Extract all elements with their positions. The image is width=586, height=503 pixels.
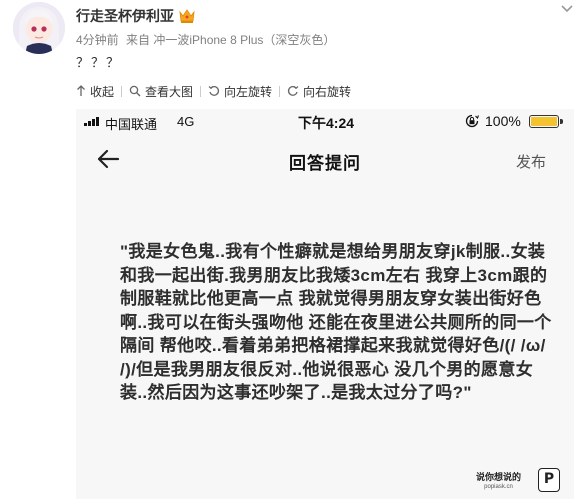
battery-percent: 100% bbox=[485, 113, 521, 129]
rotate-right-icon bbox=[287, 85, 299, 96]
phone-nav-bar: 回答提问 发布 bbox=[76, 133, 574, 187]
battery-tip bbox=[560, 119, 563, 124]
rotate-left-label: 向左旋转 bbox=[224, 84, 273, 99]
signal-icon bbox=[84, 117, 99, 126]
arrow-up-icon bbox=[77, 85, 85, 96]
image-toolbar: 收起 查看大图 向左旋转 向右旋转 bbox=[76, 81, 351, 101]
rotation-lock-icon bbox=[465, 114, 479, 128]
post-text: ？？？ bbox=[76, 55, 122, 70]
network-label: 4G bbox=[177, 114, 195, 129]
post-meta: 4分钟前 来自 冲一波iPhone 8 Plus（深空灰色） bbox=[76, 31, 339, 48]
watermark-url: popiask.cn bbox=[484, 484, 513, 490]
weibo-post: 行走圣杯伊利亚 4分钟前 来自 冲一波iPhone 8 Plus（深空灰色） ？… bbox=[0, 0, 586, 503]
rotate-left-icon bbox=[208, 85, 220, 96]
user-avatar[interactable] bbox=[13, 2, 65, 54]
zoom-icon bbox=[129, 85, 141, 97]
publish-button[interactable]: 发布 bbox=[516, 151, 546, 172]
username-text[interactable]: 行走圣杯伊利亚 bbox=[76, 6, 174, 26]
post-time[interactable]: 4分钟前 bbox=[76, 33, 119, 47]
watermark: 说你想说的 popiask.cn bbox=[476, 472, 521, 492]
username[interactable]: 行走圣杯伊利亚 bbox=[76, 6, 196, 26]
post-source: 来自 冲一波iPhone 8 Plus（深空灰色） bbox=[126, 33, 336, 47]
battery-icon bbox=[529, 115, 559, 128]
view-large-label: 查看大图 bbox=[145, 84, 194, 99]
toolbar-divider bbox=[279, 85, 281, 97]
collapse-button[interactable]: 收起 bbox=[76, 83, 114, 100]
collapse-label: 收起 bbox=[90, 84, 115, 99]
chevron-down-icon[interactable] bbox=[560, 4, 574, 14]
toolbar-divider bbox=[200, 85, 202, 97]
page-title: 回答提问 bbox=[289, 154, 361, 173]
status-time: 下午4:24 bbox=[298, 115, 355, 131]
view-large-button[interactable]: 查看大图 bbox=[129, 83, 193, 100]
battery-level bbox=[531, 117, 557, 126]
carrier-label: 中国联通 bbox=[105, 117, 158, 132]
watermark-text: 说你想说的 bbox=[476, 472, 522, 482]
post-image[interactable]: 中国联通 4G 下午4:24 100% 回答提问 发布 "我是女色鬼..我有个性… bbox=[76, 109, 574, 499]
rotate-right-label: 向右旋转 bbox=[303, 84, 352, 99]
crown-badge-icon[interactable] bbox=[178, 8, 196, 24]
watermark-logo: P bbox=[538, 468, 560, 492]
toolbar-divider bbox=[121, 85, 123, 97]
question-text: "我是女色鬼..我有个性癖就是想给男朋友穿jk制服..女装和我一起出街.我男朋友… bbox=[120, 242, 552, 402]
rotate-right-button[interactable]: 向右旋转 bbox=[287, 83, 351, 100]
rotate-left-button[interactable]: 向左旋转 bbox=[208, 83, 272, 100]
phone-status-bar: 中国联通 4G 下午4:24 100% bbox=[76, 109, 574, 133]
